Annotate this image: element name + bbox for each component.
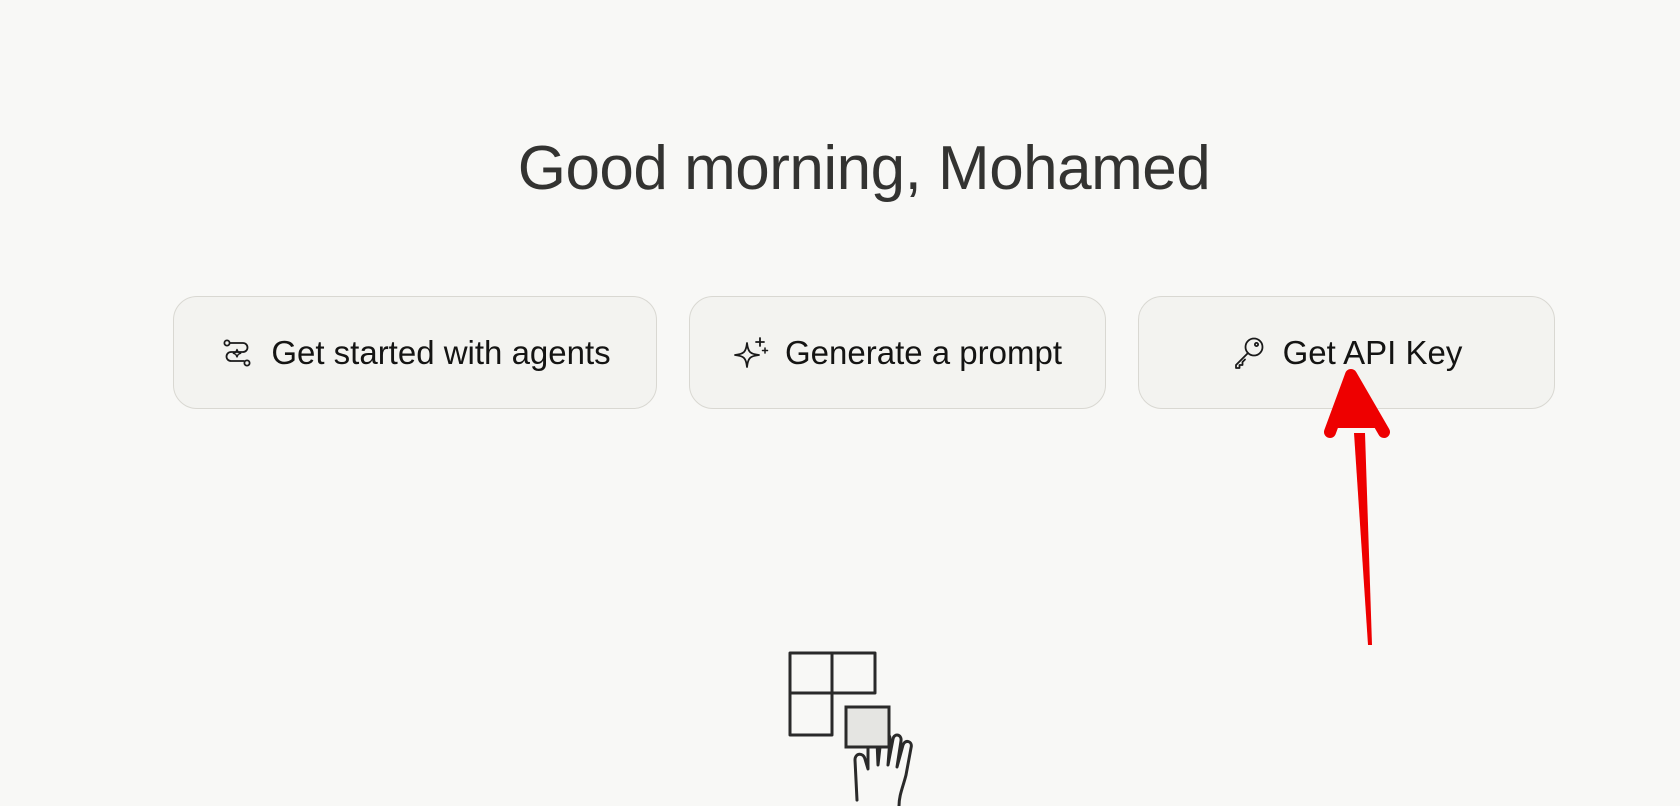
get-api-key-label: Get API Key bbox=[1282, 333, 1463, 371]
sparkle-icon bbox=[733, 335, 769, 371]
home-page: Good morning, Mohamed Get started with a… bbox=[0, 0, 1680, 806]
key-icon bbox=[1231, 335, 1267, 371]
generate-a-prompt-label: Generate a prompt bbox=[785, 333, 1062, 371]
greeting-heading: Good morning, Mohamed bbox=[517, 134, 1211, 203]
blocks-and-hand-illustration bbox=[788, 651, 913, 806]
agents-flow-icon bbox=[219, 335, 255, 371]
get-started-with-agents-label: Get started with agents bbox=[271, 333, 611, 371]
generate-a-prompt-button[interactable]: Generate a prompt bbox=[689, 296, 1106, 409]
get-started-with-agents-button[interactable]: Get started with agents bbox=[173, 296, 657, 409]
get-api-key-button[interactable]: Get API Key bbox=[1138, 296, 1555, 409]
